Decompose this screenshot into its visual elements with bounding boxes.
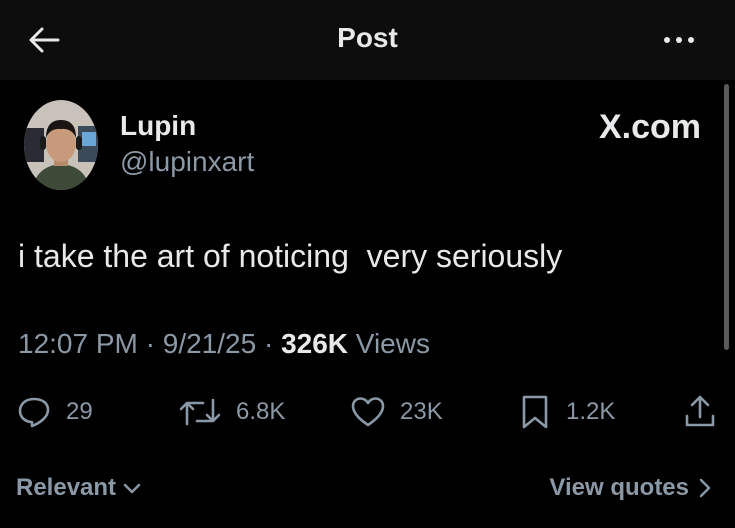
views-count[interactable]: 326K xyxy=(281,328,348,359)
bookmark-count: 1.2K xyxy=(566,398,616,425)
post-text: i take the art of noticing very seriousl… xyxy=(18,238,563,274)
view-quotes-link[interactable]: View quotes xyxy=(549,474,713,502)
sort-replies-dropdown[interactable]: Relevant xyxy=(16,474,142,502)
reply-button[interactable]: 29 xyxy=(16,392,93,432)
bookmark-button[interactable]: 1.2K xyxy=(518,392,615,432)
like-count: 23K xyxy=(400,398,443,425)
more-horizontal-icon xyxy=(664,37,694,43)
heart-icon xyxy=(351,397,385,427)
reply-count: 29 xyxy=(66,398,93,425)
author-handle[interactable]: @lupinxart xyxy=(120,146,254,178)
sort-label: Relevant xyxy=(16,474,117,501)
repost-icon xyxy=(179,398,221,426)
reply-icon xyxy=(18,397,50,428)
bookmark-icon xyxy=(522,395,548,429)
more-options-button[interactable] xyxy=(661,22,697,58)
action-bar: 29 6.8K 23K 1.2K xyxy=(0,392,735,432)
like-button[interactable]: 23K xyxy=(350,392,443,432)
page-title: Post xyxy=(337,22,398,53)
scrollbar[interactable] xyxy=(724,84,729,350)
top-bar: Post xyxy=(0,0,735,80)
view-quotes-label: View quotes xyxy=(549,474,689,501)
repost-count: 6.8K xyxy=(236,398,286,425)
share-button[interactable] xyxy=(682,392,718,432)
meta-separator: · xyxy=(137,328,163,359)
share-icon xyxy=(685,395,715,427)
repost-button[interactable]: 6.8K xyxy=(178,392,285,432)
views-label: Views xyxy=(348,328,430,359)
meta-separator: · xyxy=(256,328,282,359)
post-time[interactable]: 12:07 PM xyxy=(18,328,138,359)
author-name[interactable]: Lupin xyxy=(120,110,196,142)
chevron-down-icon xyxy=(123,483,141,494)
chevron-right-icon xyxy=(699,478,711,498)
avatar-photo xyxy=(24,100,98,190)
source-watermark: X.com xyxy=(598,108,701,146)
avatar[interactable] xyxy=(24,100,98,190)
post-meta: 12:07 PM · 9/21/25 · 326K Views xyxy=(18,328,430,360)
post-date[interactable]: 9/21/25 xyxy=(163,328,256,359)
